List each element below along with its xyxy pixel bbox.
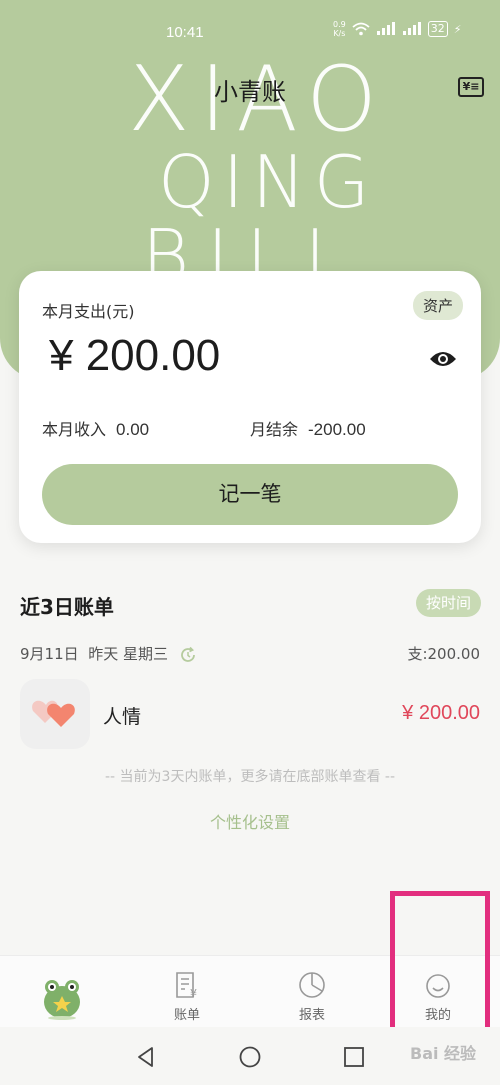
app-title: 小青账 — [214, 78, 286, 106]
nav-home[interactable] — [22, 956, 102, 1028]
bills-notice: -- 当前为3天内账单，更多请在底部账单查看 -- — [104, 769, 395, 785]
bill-category-name[interactable]: 人情 — [103, 702, 141, 729]
summary-card: 本月支出(元) 资产 ¥ 200.00 本月收入 0.00 月结余 -200.00 … — [19, 271, 481, 543]
bill-icon: ¥ — [176, 972, 197, 1000]
home-icon[interactable] — [238, 1045, 262, 1069]
recents-icon[interactable] — [342, 1045, 366, 1069]
month-income: 本月收入 0.00 — [42, 416, 149, 440]
signal-icon — [376, 22, 395, 35]
net-speed-value: 0.9 — [333, 20, 346, 29]
relative-day: 昨天 — [88, 645, 119, 663]
bill-amount[interactable]: ¥ 200.00 — [402, 702, 480, 725]
network-speed: 0.9 K/s — [333, 20, 346, 38]
month-income-value: 0.00 — [116, 420, 150, 439]
month-balance: 月结余 -200.00 — [250, 416, 366, 440]
heart-icon — [32, 700, 75, 727]
status-bar: 10:41 0.9 K/s 32 ⚡ — [0, 0, 500, 60]
month-balance-value: -200.00 — [308, 420, 366, 439]
nav-reports-label: 报表 — [298, 1008, 325, 1023]
record-button[interactable]: 记一笔 — [42, 464, 458, 525]
refresh-icon[interactable] — [179, 646, 197, 664]
charging-icon: ⚡ — [453, 22, 462, 36]
recent-bills-title: 近3日账单 — [20, 595, 114, 619]
wallet-icon[interactable]: ¥≡ — [458, 77, 484, 97]
wifi-icon — [352, 22, 370, 36]
highlight-annotation-box — [390, 891, 490, 1040]
watermark-line-2: QING — [158, 140, 378, 224]
personalize-settings-link[interactable]: 个性化设置 — [0, 809, 500, 833]
nav-reports[interactable]: 报表 — [272, 956, 352, 1028]
status-icons: 0.9 K/s 32 ⚡ — [333, 20, 461, 38]
frog-mascot-icon — [44, 980, 80, 1020]
month-balance-label: 月结余 — [250, 420, 299, 439]
eye-icon[interactable] — [429, 347, 457, 371]
month-income-label: 本月收入 — [42, 420, 107, 439]
weekday: 星期三 — [122, 645, 168, 663]
day-total: 支:200.00 — [407, 645, 480, 663]
status-time: 10:41 — [166, 24, 204, 41]
month-expense-amount: ¥ 200.00 — [49, 331, 221, 380]
net-speed-unit: K/s — [333, 29, 346, 38]
back-icon[interactable] — [134, 1045, 158, 1069]
bill-category-icon-box — [20, 679, 90, 749]
month-expense-label: 本月支出(元) — [42, 302, 135, 321]
baidu-watermark: Bai 经验 — [410, 1044, 477, 1063]
battery-icon: 32 — [427, 21, 448, 37]
assets-button[interactable]: 资产 — [412, 291, 463, 320]
report-pie-icon — [299, 972, 325, 998]
signal-icon-2 — [402, 22, 421, 35]
nav-bills[interactable]: ¥ 账单 — [147, 956, 227, 1028]
nav-bills-label: 账单 — [173, 1008, 200, 1023]
sort-by-time-button[interactable]: 按时间 — [416, 589, 481, 617]
date-header: 9月11日 昨天 星期三 — [20, 643, 197, 664]
date: 9月11日 — [20, 645, 79, 663]
svg-text:¥: ¥ — [190, 987, 197, 1000]
